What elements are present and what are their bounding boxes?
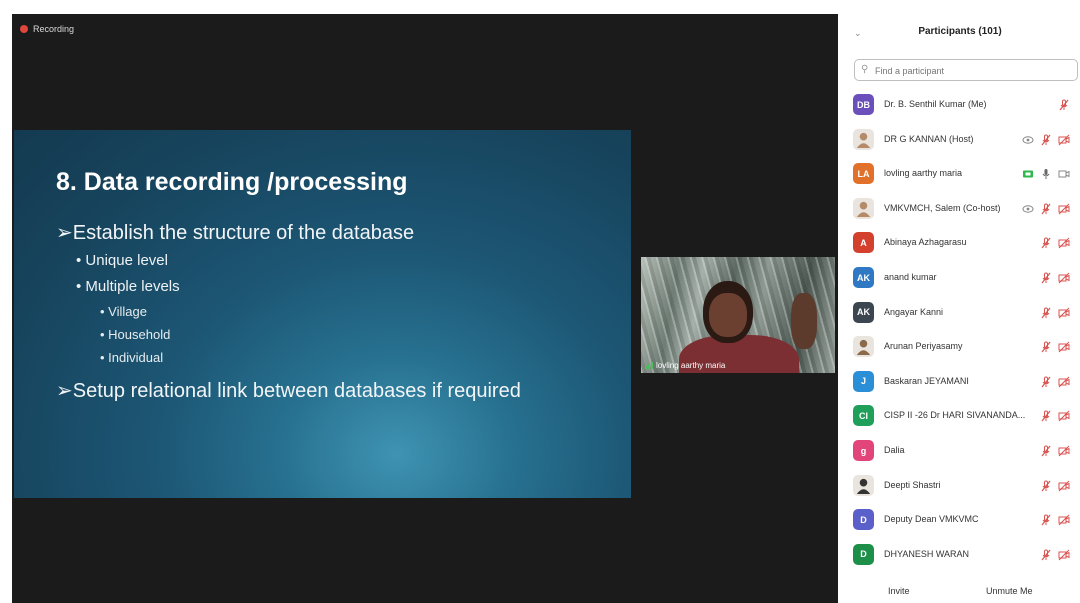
video-off-icon[interactable] <box>1058 409 1070 422</box>
avatar: D <box>853 509 874 531</box>
muted-mic-icon[interactable] <box>1040 236 1052 249</box>
video-name-label: lovling aarthy maria <box>645 361 725 370</box>
participant-row[interactable]: Arunan Periyasamy <box>840 330 1080 364</box>
participant-row[interactable]: Deepti Shastri <box>840 469 1080 503</box>
slide-subsub-bullet: • Village <box>100 304 147 319</box>
muted-mic-icon[interactable] <box>1040 340 1052 353</box>
participant-row[interactable]: D Deputy Dean VMKVMC <box>840 503 1080 537</box>
video-off-icon[interactable] <box>1058 375 1070 388</box>
avatar <box>853 474 874 496</box>
unmute-me-button[interactable]: Unmute Me <box>986 586 1033 596</box>
eye-icon[interactable] <box>1022 202 1034 214</box>
muted-mic-icon[interactable] <box>1040 409 1052 422</box>
avatar: J <box>853 370 874 392</box>
slide-title: 8. Data recording /processing <box>56 168 408 196</box>
participant-name: Arunan Periyasamy <box>884 341 963 352</box>
avatar <box>853 197 874 219</box>
main-video-stage: Recording 8. Data recording /processing … <box>12 14 838 603</box>
avatar <box>853 128 874 150</box>
slide-sub-bullet-1: • Unique level <box>76 252 168 269</box>
participants-title: Participants (101) <box>918 26 1002 37</box>
participant-name: anand kumar <box>884 272 937 282</box>
participant-row[interactable]: D DHYANESH WARAN <box>840 538 1080 572</box>
participant-video-tile[interactable]: lovling aarthy maria <box>641 257 835 373</box>
participant-row[interactable]: A Abinaya Azhagarasu <box>840 226 1080 260</box>
participant-search[interactable]: ⚲ <box>854 59 1078 81</box>
camera-on-icon[interactable] <box>1022 167 1034 179</box>
avatar: A <box>853 232 874 254</box>
muted-mic-icon[interactable] <box>1040 513 1052 526</box>
video-off-icon[interactable] <box>1058 202 1070 215</box>
invite-button[interactable]: Invite <box>888 586 910 596</box>
muted-mic-icon[interactable] <box>1040 444 1052 457</box>
video-off-icon[interactable] <box>1058 479 1070 491</box>
participant-name: Baskaran JEYAMANI <box>884 375 969 386</box>
participants-panel: ⌄ Participants (101) ⚲ DBDr. B. Senthil … <box>840 14 1080 603</box>
eye-icon[interactable] <box>1022 133 1034 145</box>
avatar <box>853 336 874 358</box>
muted-mic-icon[interactable] <box>1040 202 1052 215</box>
signal-strength-icon <box>645 362 653 369</box>
slide-subsub-bullet: • Individual <box>100 350 164 365</box>
participant-name: Abinaya Azhagarasu <box>884 237 967 248</box>
participant-name: lovling aarthy maria <box>884 168 963 179</box>
avatar: D <box>853 543 874 565</box>
slide-bullet-1: ➢Establish the structure of the database <box>56 222 415 244</box>
participant-row[interactable]: DB Dr. B. Senthil Kumar (Me) <box>840 88 1080 122</box>
recording-dot-icon <box>20 25 28 33</box>
avatar: CI <box>853 405 874 427</box>
avatar: AK <box>853 267 874 288</box>
avatar: g <box>853 440 874 461</box>
video-off-icon[interactable] <box>1058 133 1070 145</box>
video-icon[interactable] <box>1058 167 1070 179</box>
participant-row[interactable]: DR G KANNAN (Host) <box>840 123 1080 157</box>
avatar: DB <box>853 94 874 115</box>
search-icon: ⚲ <box>861 64 869 75</box>
muted-mic-icon[interactable] <box>1040 479 1052 491</box>
muted-mic-icon[interactable] <box>1040 548 1052 561</box>
muted-mic-icon[interactable] <box>1040 306 1052 318</box>
participant-name: Deepti Shastri <box>884 479 941 490</box>
participant-name: Dalia <box>884 445 905 455</box>
avatar: LA <box>853 163 874 185</box>
muted-mic-icon[interactable] <box>1058 98 1070 111</box>
participant-row[interactable]: g Dalia <box>840 434 1080 468</box>
participant-name: DHYANESH WARAN <box>884 548 970 559</box>
video-off-icon[interactable] <box>1058 306 1070 318</box>
video-name: lovling aarthy maria <box>656 361 726 370</box>
participant-name: Angayar Kanni <box>884 306 944 317</box>
video-off-icon[interactable] <box>1058 548 1070 561</box>
participant-row[interactable]: J Baskaran JEYAMANI <box>840 365 1080 399</box>
shared-slide: 8. Data recording /processing ➢Establish… <box>14 130 631 498</box>
participant-name: Dr. B. Senthil Kumar (Me) <box>884 99 987 109</box>
participant-row[interactable]: AK Angayar Kanni <box>840 296 1080 330</box>
recording-label: Recording <box>33 24 75 34</box>
avatar: AK <box>853 301 874 323</box>
video-off-icon[interactable] <box>1058 271 1070 284</box>
participant-name: VMKVMCH, Salem (Co-host) <box>884 202 1001 213</box>
participant-row[interactable]: CI CISP II -26 Dr HARI SIVANANDA... <box>840 399 1080 433</box>
participant-name: CISP II -26 Dr HARI SIVANANDA... <box>884 410 1026 421</box>
participant-name: Deputy Dean VMKVMC <box>884 514 979 525</box>
slide-bullet-2: ➢Setup relational link between databases… <box>56 380 521 402</box>
video-off-icon[interactable] <box>1058 513 1070 526</box>
muted-mic-icon[interactable] <box>1040 271 1052 284</box>
video-off-icon[interactable] <box>1058 444 1070 457</box>
mic-icon[interactable] <box>1040 167 1052 180</box>
participant-row[interactable]: AK anand kumar <box>840 261 1080 295</box>
slide-subsub-bullet: • Household <box>100 327 171 342</box>
muted-mic-icon[interactable] <box>1040 375 1052 388</box>
muted-mic-icon[interactable] <box>1040 133 1052 145</box>
participant-row[interactable]: VMKVMCH, Salem (Co-host) <box>840 192 1080 226</box>
video-off-icon[interactable] <box>1058 236 1070 249</box>
video-off-icon[interactable] <box>1058 340 1070 353</box>
search-input[interactable] <box>873 61 1075 81</box>
participant-row[interactable]: LA lovling aarthy maria <box>840 157 1080 191</box>
recording-indicator: Recording <box>20 24 74 34</box>
participant-name: DR G KANNAN (Host) <box>884 133 974 144</box>
slide-sub-bullet-2: • Multiple levels <box>76 278 180 295</box>
